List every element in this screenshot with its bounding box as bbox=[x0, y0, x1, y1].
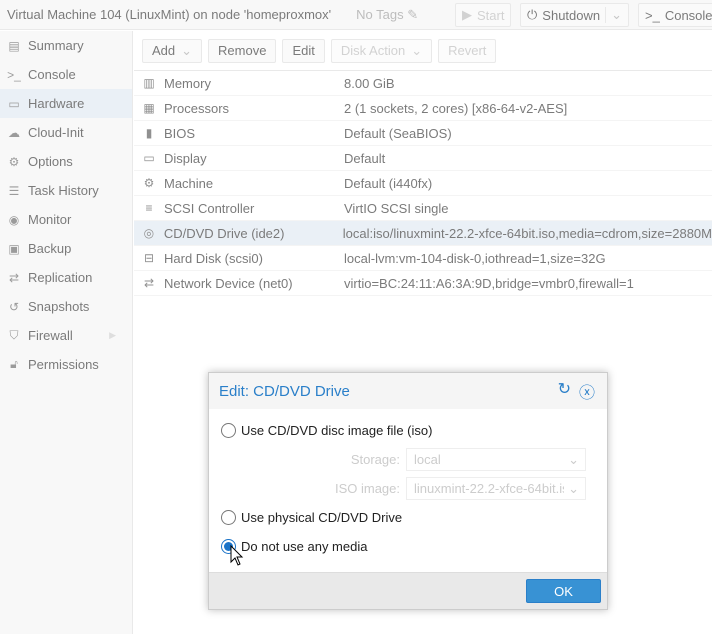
iso-label: ISO image: bbox=[334, 481, 400, 496]
mouse-cursor-icon bbox=[230, 545, 244, 566]
radio-iso[interactable]: Use CD/DVD disc image file (iso) bbox=[221, 423, 432, 438]
chevron-down-icon: ⌄ bbox=[568, 480, 579, 496]
reset-icon[interactable]: ↻ bbox=[558, 379, 571, 403]
radio-physical-label: Use physical CD/DVD Drive bbox=[241, 510, 403, 525]
storage-value: local bbox=[414, 452, 441, 467]
radio-physical[interactable]: Use physical CD/DVD Drive bbox=[221, 510, 402, 525]
iso-field: ISO image: linuxmint-22.2-xfce-64bit.iso ⌄ bbox=[221, 477, 597, 500]
radio-none-label: Do not use any media bbox=[241, 539, 368, 554]
dialog-header: Edit: CD/DVD Drive ↻ ⓧ bbox=[209, 373, 607, 409]
storage-select[interactable]: local ⌄ bbox=[406, 448, 586, 471]
ok-button[interactable]: OK bbox=[526, 579, 601, 603]
storage-label: Storage: bbox=[350, 452, 400, 467]
iso-select[interactable]: linuxmint-22.2-xfce-64bit.iso ⌄ bbox=[406, 477, 586, 500]
radio-circle[interactable] bbox=[221, 423, 236, 438]
storage-field: Storage: local ⌄ bbox=[221, 448, 597, 471]
radio-circle[interactable] bbox=[221, 510, 236, 525]
close-icon[interactable]: ⓧ bbox=[579, 379, 595, 403]
dialog-title: Edit: CD/DVD Drive bbox=[219, 382, 350, 400]
radio-iso-label: Use CD/DVD disc image file (iso) bbox=[241, 423, 433, 438]
edit-cdrom-dialog: Edit: CD/DVD Drive ↻ ⓧ Use CD/DVD disc im… bbox=[208, 372, 608, 610]
dialog-footer: OK bbox=[209, 572, 607, 609]
iso-value: linuxmint-22.2-xfce-64bit.iso bbox=[414, 481, 564, 496]
chevron-down-icon: ⌄ bbox=[568, 451, 579, 467]
